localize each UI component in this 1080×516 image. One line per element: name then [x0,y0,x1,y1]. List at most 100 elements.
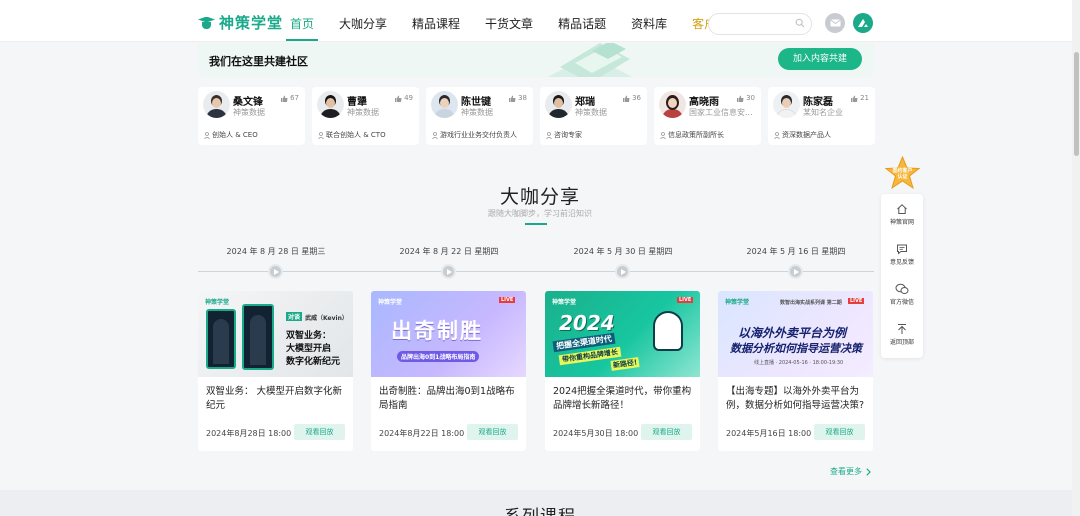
side-item-website[interactable]: 神策官网 [881,196,923,236]
watch-replay-button[interactable]: 观看回放 [294,424,345,440]
person-icon [318,131,324,139]
nav-item-articles[interactable]: 干货文章 [481,0,537,42]
message-icon[interactable] [825,13,845,33]
nav-item-courses[interactable]: 精品课程 [408,0,464,42]
play-icon[interactable] [615,264,630,279]
member-role: 信息政策所副所长 [660,130,724,140]
member-org: 神策数据 [575,108,607,117]
view-more-label: 查看更多 [830,467,862,476]
series-section-title: 系列课程 [0,502,1080,516]
play-icon[interactable] [441,264,456,279]
side-item-back-to-top[interactable]: 返回顶部 [881,316,923,356]
chevron-right-icon [866,467,871,476]
thumb-badge: LIVE [499,297,516,303]
member-org: 神策数据 [461,108,493,117]
event-card[interactable]: 神策学堂 数智出海实战系列课 第二期 LIVE 以海外外卖平台为例 数据分析如何… [718,291,873,451]
banner-decoration [547,43,633,77]
member-name: 陈世键 [461,97,491,108]
event-thumbnail[interactable]: 神策学堂 对谈 武威（Kevin） 双智业务： 大模型开启 数字化新纪元 [198,291,353,377]
member-name: 曹犟 [347,97,367,108]
event-title[interactable]: 2024把握全渠道时代，带你重构品牌增长新路径！ [553,385,693,413]
member-role: 咨询专家 [546,130,582,140]
person-icon [660,131,666,139]
member-role-text: 信息政策所副所长 [668,131,724,139]
event-title[interactable]: 【出海专题】以海外外卖平台为例，数据分析如何指导运营决策? [726,385,866,413]
nav-item-expert-share[interactable]: 大咖分享 [335,0,391,42]
top-header: 神策学堂 首页 大咖分享 精品课程 干货文章 精品话题 资料库 客户专区 [0,0,1080,42]
member-card[interactable]: 桑文锋 67 神策数据 创始人 & CEO [198,87,305,145]
event-title[interactable]: 双智业务： 大模型开启数字化新纪元 [206,385,346,413]
side-item-wechat[interactable]: 官方微信 [881,276,923,316]
rocket-icon [653,311,683,351]
thumb-line1: 以海外外卖平台为例 [738,326,847,340]
timeline-line [198,271,874,272]
member-card[interactable]: 陈世键 38 神策数据 游戏行业业务交付负责人 [426,87,533,145]
thumb-series: 数智出海实战系列课 第二期 [780,300,842,306]
event-card[interactable]: 神策学堂 LIVE 出奇制胜 品牌出海0到1战略布局指南 出奇制胜：品牌出海0到… [371,291,526,451]
thumb-line2: 大模型开启 [286,344,332,354]
event-date: 2024年5月16日 18:00 [726,429,812,438]
thumb-line2: 数据分析如何指导运营决策 [730,342,862,355]
member-role-text: 联合创始人 & CTO [326,131,386,139]
thumb-logo: 神策学堂 [205,299,230,306]
member-like-count: 21 [860,94,869,102]
thumb-speaker: 武威（Kevin） [305,315,348,322]
play-icon[interactable] [788,264,803,279]
search-input[interactable] [708,13,812,35]
search-icon[interactable] [795,18,805,28]
member-likes: 30 [737,94,755,102]
member-likes: 49 [395,94,413,102]
member-like-count: 38 [518,94,527,102]
nav-item-home[interactable]: 首页 [286,0,319,42]
member-avatar [773,91,800,118]
member-card[interactable]: 曹犟 49 神策数据 联合创始人 & CTO [312,87,419,145]
event-title[interactable]: 出奇制胜：品牌出海0到1战略布局指南 [379,385,519,413]
member-avatar [659,91,686,118]
thumb-logo: 神策学堂 [378,299,403,306]
member-like-count: 49 [404,94,413,102]
thumb-up-icon [737,95,744,102]
home-icon [897,204,907,214]
scrollbar-thumb[interactable] [1074,52,1079,156]
watch-replay-button[interactable]: 观看回放 [641,424,692,440]
certified-customer-badge[interactable]: 签约客户认证 [884,155,921,191]
member-card[interactable]: 郑瑞 36 神策数据 咨询专家 [540,87,647,145]
thumb-line2: 品牌出海0到1战略布局指南 [397,351,480,362]
join-content-button[interactable]: 加入内容共建 [778,48,862,70]
watch-replay-button[interactable]: 观看回放 [814,424,865,440]
person-icon [774,131,780,139]
member-like-count: 30 [746,94,755,102]
main-nav: 首页 大咖分享 精品课程 干货文章 精品话题 资料库 客户专区 [286,0,761,42]
event-date: 2024年8月28日 18:00 [206,429,292,438]
event-card[interactable]: 神策学堂 LIVE 2024 把握全渠道时代 带你重构品牌增长 新路径! 202… [545,291,700,451]
view-more-link[interactable]: 查看更多 [830,466,871,477]
member-card[interactable]: 陈家磊 21 某知名企业 资深数据产品人 [768,87,875,145]
watch-replay-button[interactable]: 观看回放 [467,424,518,440]
thumb-up-icon [623,95,630,102]
play-icon[interactable] [268,264,283,279]
site-logo[interactable]: 神策学堂 [198,12,283,33]
thumb-badge: LIVE [848,298,865,304]
side-item-feedback[interactable]: 意见反馈 [881,236,923,276]
member-avatar [545,91,572,118]
member-role-text: 创始人 & CEO [212,131,258,139]
member-likes: 21 [851,94,869,102]
event-thumbnail[interactable]: 神策学堂 LIVE 出奇制胜 品牌出海0到1战略布局指南 [371,291,526,377]
member-org: 神策数据 [233,108,265,117]
event-card[interactable]: 神策学堂 对谈 武威（Kevin） 双智业务： 大模型开启 数字化新纪元 双智业… [198,291,353,451]
timeline-date: 2024 年 8 月 22 日 星期四 [399,247,499,256]
logo-text: 神策学堂 [219,14,284,32]
thumb-line1: 出奇制胜 [391,319,483,343]
event-thumbnail[interactable]: 神策学堂 LIVE 2024 把握全渠道时代 带你重构品牌增长 新路径! [545,291,700,377]
floating-side-panel: 神策官网 意见反馈 官方微信 返回顶部 [881,194,923,358]
user-avatar[interactable] [853,13,873,33]
nav-item-library[interactable]: 资料库 [627,0,671,42]
community-title: 我们在这里共建社区 [209,55,308,68]
member-role-text: 咨询专家 [554,131,582,139]
member-role-text: 游戏行业业务交付负责人 [440,131,517,139]
nav-item-topics[interactable]: 精品话题 [554,0,610,42]
timeline-date: 2024 年 8 月 28 日 星期三 [226,247,326,256]
member-card[interactable]: 高晓雨 30 国家工业信息安... 信息政策所副所长 [654,87,761,145]
member-likes: 36 [623,94,641,102]
event-thumbnail[interactable]: 神策学堂 数智出海实战系列课 第二期 LIVE 以海外外卖平台为例 数据分析如何… [718,291,873,377]
